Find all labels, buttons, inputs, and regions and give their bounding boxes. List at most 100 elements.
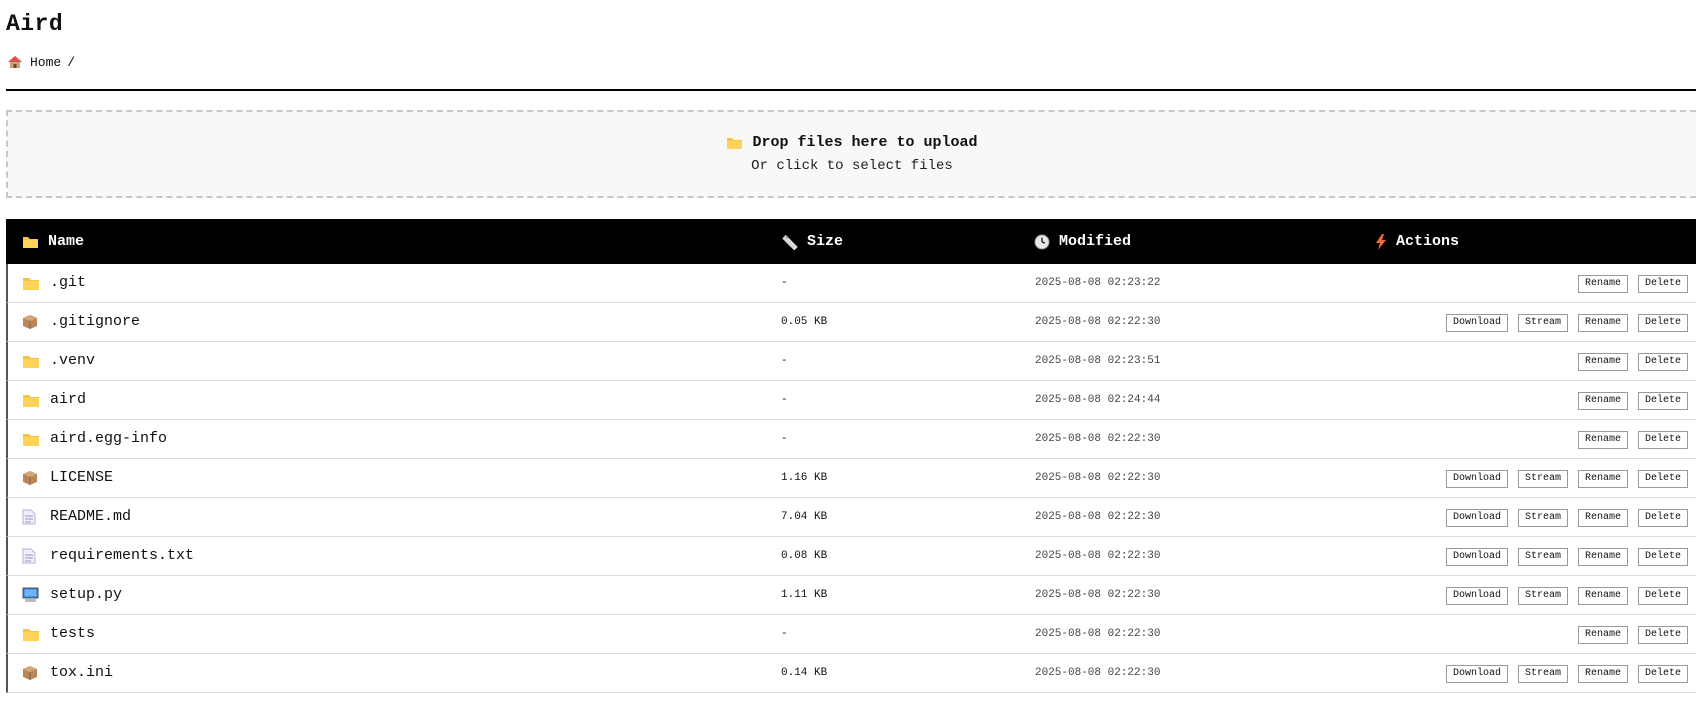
breadcrumb-home[interactable]: Home	[30, 55, 61, 70]
document-icon	[22, 509, 40, 525]
app-title: Aird	[6, 11, 64, 37]
stream-button[interactable]: Stream	[1517, 665, 1568, 683]
delete-button[interactable]: Delete	[1637, 587, 1688, 605]
file-modified: 2025-08-08 02:22:30	[1035, 589, 1161, 601]
file-name-link[interactable]: setup.py	[50, 586, 122, 603]
file-name-link[interactable]: tox.ini	[50, 664, 113, 681]
folder-icon	[22, 235, 39, 249]
stream-button[interactable]: Stream	[1517, 314, 1568, 332]
computer-icon	[22, 587, 40, 603]
table-row[interactable]: requirements.txt 0.08 KB 2025-08-08 02:22:…	[6, 537, 1696, 576]
file-modified: 2025-08-08 02:22:30	[1035, 316, 1161, 328]
upload-dropzone[interactable]: Drop files here to upload Or click to se…	[6, 110, 1696, 198]
file-name-link[interactable]: tests	[50, 625, 95, 642]
rename-button[interactable]: Rename	[1577, 275, 1628, 293]
file-modified: 2025-08-08 02:22:30	[1035, 472, 1161, 484]
delete-button[interactable]: Delete	[1637, 392, 1688, 410]
delete-button[interactable]: Delete	[1637, 665, 1688, 683]
rename-button[interactable]: Rename	[1577, 470, 1628, 488]
document-icon	[22, 548, 40, 564]
delete-button[interactable]: Delete	[1637, 353, 1688, 371]
file-size: 0.05 KB	[781, 316, 828, 328]
delete-button[interactable]: Delete	[1637, 509, 1688, 527]
table-row[interactable]: tox.ini 0.14 KB 2025-08-08 02:22:30 Downloa…	[6, 654, 1696, 693]
delete-button[interactable]: Delete	[1637, 470, 1688, 488]
folder-icon	[22, 353, 40, 369]
file-name-link[interactable]: README.md	[50, 508, 131, 525]
table-row[interactable]: .venv - 2025-08-08 02:23:51 Rename Delete	[6, 342, 1696, 381]
file-name-link[interactable]: LICENSE	[50, 469, 113, 486]
stream-button[interactable]: Stream	[1517, 548, 1568, 566]
lightning-icon	[1375, 233, 1387, 250]
file-size: 7.04 KB	[781, 511, 828, 523]
file-name-link[interactable]: aird.egg-info	[50, 430, 167, 447]
house-icon[interactable]	[7, 55, 23, 69]
row-actions: Rename Delete	[1577, 392, 1688, 410]
column-size[interactable]: Size	[782, 219, 843, 264]
file-name-link[interactable]: .git	[50, 274, 86, 291]
row-actions: Download Stream Rename Delete	[1445, 470, 1688, 488]
file-modified: 2025-08-08 02:24:44	[1035, 394, 1161, 406]
folder-icon	[22, 626, 40, 642]
file-name-link[interactable]: aird	[50, 391, 86, 408]
file-name-link[interactable]: .venv	[50, 352, 95, 369]
row-actions: Download Stream Rename Delete	[1445, 587, 1688, 605]
delete-button[interactable]: Delete	[1637, 548, 1688, 566]
rename-button[interactable]: Rename	[1577, 587, 1628, 605]
package-icon	[22, 470, 40, 486]
rename-button[interactable]: Rename	[1577, 392, 1628, 410]
rename-button[interactable]: Rename	[1577, 626, 1628, 644]
column-name-label: Name	[48, 233, 85, 250]
rename-button[interactable]: Rename	[1577, 353, 1628, 371]
stream-button[interactable]: Stream	[1517, 509, 1568, 527]
ruler-icon	[782, 234, 798, 250]
table-row[interactable]: LICENSE 1.16 KB 2025-08-08 02:22:30 Downloa…	[6, 459, 1696, 498]
table-row[interactable]: README.md 7.04 KB 2025-08-08 02:22:30 Downl…	[6, 498, 1696, 537]
dropzone-primary-text: Drop files here to upload	[752, 134, 978, 151]
table-row[interactable]: aird.egg-info - 2025-08-08 02:22:30 Rename D…	[6, 420, 1696, 459]
row-actions: Rename Delete	[1577, 626, 1688, 644]
column-modified[interactable]: Modified	[1034, 219, 1131, 264]
stream-button[interactable]: Stream	[1517, 470, 1568, 488]
delete-button[interactable]: Delete	[1637, 431, 1688, 449]
table-row[interactable]: setup.py 1.11 KB 2025-08-08 02:22:30 Downlo…	[6, 576, 1696, 615]
dropzone-primary: Drop files here to upload	[8, 134, 1696, 151]
column-name[interactable]: Name	[22, 219, 84, 264]
file-modified: 2025-08-08 02:23:51	[1035, 355, 1161, 367]
folder-icon	[22, 392, 40, 408]
rename-button[interactable]: Rename	[1577, 548, 1628, 566]
rename-button[interactable]: Rename	[1577, 314, 1628, 332]
column-size-label: Size	[807, 233, 844, 250]
file-size: -	[781, 355, 788, 367]
file-name-link[interactable]: .gitignore	[50, 313, 140, 330]
table-row[interactable]: .gitignore 0.05 KB 2025-08-08 02:22:30 Down…	[6, 303, 1696, 342]
row-actions: Download Stream Rename Delete	[1445, 509, 1688, 527]
download-button[interactable]: Download	[1445, 587, 1508, 605]
file-table: Name Size Modified Actions .git - 2025-0…	[6, 219, 1696, 693]
file-modified: 2025-08-08 02:22:30	[1035, 550, 1161, 562]
delete-button[interactable]: Delete	[1637, 626, 1688, 644]
download-button[interactable]: Download	[1445, 470, 1508, 488]
download-button[interactable]: Download	[1445, 314, 1508, 332]
folder-icon	[22, 431, 40, 447]
table-row[interactable]: tests - 2025-08-08 02:22:30 Rename Delete	[6, 615, 1696, 654]
rename-button[interactable]: Rename	[1577, 665, 1628, 683]
table-row[interactable]: aird - 2025-08-08 02:24:44 Rename Delete	[6, 381, 1696, 420]
stream-button[interactable]: Stream	[1517, 587, 1568, 605]
file-size: -	[781, 433, 788, 445]
delete-button[interactable]: Delete	[1637, 314, 1688, 332]
row-actions: Download Stream Rename Delete	[1445, 665, 1688, 683]
rename-button[interactable]: Rename	[1577, 431, 1628, 449]
file-name-link[interactable]: requirements.txt	[50, 547, 194, 564]
delete-button[interactable]: Delete	[1637, 275, 1688, 293]
download-button[interactable]: Download	[1445, 509, 1508, 527]
download-button[interactable]: Download	[1445, 665, 1508, 683]
breadcrumb: Home /	[7, 55, 75, 70]
rename-button[interactable]: Rename	[1577, 509, 1628, 527]
table-row[interactable]: .git - 2025-08-08 02:23:22 Rename Delete	[6, 264, 1696, 303]
package-icon	[22, 314, 40, 330]
table-header: Name Size Modified Actions	[6, 219, 1696, 264]
column-actions: Actions	[1375, 219, 1459, 264]
download-button[interactable]: Download	[1445, 548, 1508, 566]
column-modified-label: Modified	[1059, 233, 1132, 250]
